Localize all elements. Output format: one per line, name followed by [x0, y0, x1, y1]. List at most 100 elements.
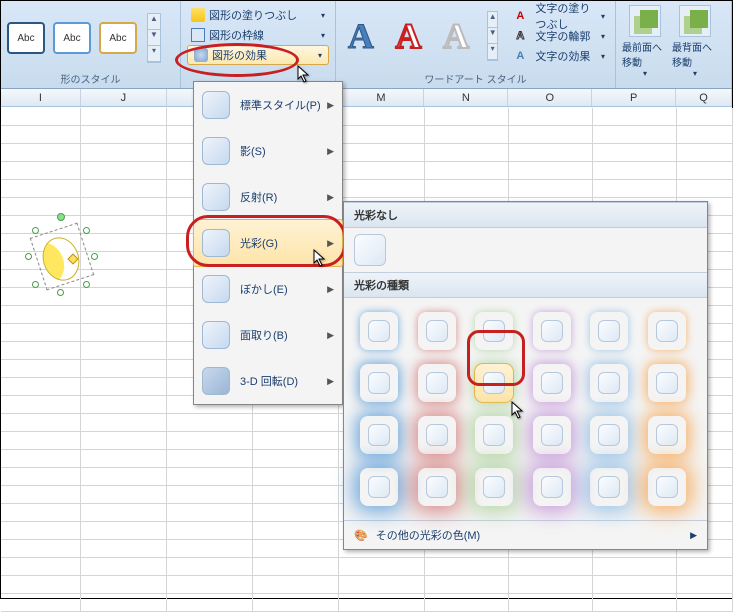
glow-option-r2-c5[interactable] — [590, 364, 628, 402]
resize-handle[interactable] — [91, 253, 98, 260]
preset-icon — [202, 91, 230, 119]
more-glow-colors[interactable]: 🎨 その他の光彩の色(M) ▶ — [344, 520, 707, 549]
shape-fill-button[interactable]: 図形の塗りつぶし ▾ — [187, 5, 329, 25]
glow-icon — [202, 229, 230, 257]
send-back-icon — [679, 5, 711, 37]
glow-option-r4-c1[interactable] — [360, 468, 398, 506]
glow-option-r3-c3[interactable] — [475, 416, 513, 454]
glow-option-r4-c3[interactable] — [475, 468, 513, 506]
menu-soft[interactable]: ぼかし(E)▶ — [194, 266, 342, 312]
shape-fill-label: 図形の塗りつぶし — [209, 7, 297, 23]
column-header-I[interactable]: I — [1, 89, 81, 106]
text-outline-label: 文字の輪郭 — [535, 28, 590, 44]
menu-preset-label: 標準スタイル(P) — [240, 97, 321, 113]
shape-style-2[interactable]: Abc — [53, 22, 91, 54]
glow-option-r1-c4[interactable] — [533, 312, 571, 350]
column-header-M[interactable]: M — [339, 89, 425, 106]
column-header-N[interactable]: N — [424, 89, 508, 106]
glow-option-r4-c4[interactable] — [533, 468, 571, 506]
shadow-icon — [202, 137, 230, 165]
glow-option-r3-c2[interactable] — [418, 416, 456, 454]
glow-option-r3-c6[interactable] — [648, 416, 686, 454]
wa-gallery-scroll[interactable]: ▲▼▾ — [487, 11, 498, 61]
glow-option-r1-c6[interactable] — [648, 312, 686, 350]
wordart-style-1[interactable]: A — [342, 12, 380, 60]
glow-gallery: 光彩なし 光彩の種類 🎨 その他の光彩の色(M) ▶ — [343, 201, 708, 550]
glow-option-r1-c5[interactable] — [590, 312, 628, 350]
column-header-J[interactable]: J — [81, 89, 167, 106]
column-header-P[interactable]: P — [592, 89, 676, 106]
glow-option-r4-c5[interactable] — [590, 468, 628, 506]
text-fill-button[interactable]: A 文字の塗りつぶし▾ — [512, 7, 609, 25]
paint-bucket-icon — [191, 8, 205, 22]
glow-option-r4-c6[interactable] — [648, 468, 686, 506]
effects-dropdown: 標準スタイル(P)▶ 影(S)▶ 反射(R)▶ 光彩(G)▶ ぼかし(E)▶ 面… — [193, 81, 343, 405]
glow-option-r1-c2[interactable] — [418, 312, 456, 350]
bring-front-icon — [629, 5, 661, 37]
text-outline-button[interactable]: A 文字の輪郭▾ — [512, 27, 609, 45]
shape-effects-label: 図形の効果 — [212, 47, 267, 63]
wordart-style-2[interactable]: A — [390, 12, 428, 60]
menu-shadow[interactable]: 影(S)▶ — [194, 128, 342, 174]
shape-styles-label: 形のスタイル — [7, 69, 174, 88]
resize-handle[interactable] — [25, 253, 32, 260]
resize-handle[interactable] — [57, 289, 64, 296]
wordart-style-3[interactable]: A — [437, 12, 475, 60]
menu-preset[interactable]: 標準スタイル(P)▶ — [194, 82, 342, 128]
glow-none[interactable] — [354, 234, 386, 266]
gallery-scroll[interactable]: ▲▼▾ — [147, 13, 161, 63]
glow-option-r1-c1[interactable] — [360, 312, 398, 350]
menu-glow[interactable]: 光彩(G)▶ — [193, 219, 343, 267]
glow-option-r2-c2[interactable] — [418, 364, 456, 402]
text-effects-button[interactable]: A 文字の効果▾ — [512, 47, 609, 65]
effects-icon — [194, 48, 208, 62]
glow-option-r3-c4[interactable] — [533, 416, 571, 454]
bevel-icon — [202, 321, 230, 349]
column-headers: IJKLMNOPQ — [1, 89, 732, 107]
resize-handle[interactable] — [32, 281, 39, 288]
gallery-variations-header: 光彩の種類 — [344, 272, 707, 298]
arrange-group: 最前面へ移動▾ 最背面へ移動▾ — [616, 1, 732, 88]
shape-styles-group: Abc Abc Abc ▲▼▾ 形のスタイル — [1, 1, 181, 88]
resize-handle[interactable] — [32, 227, 39, 234]
glow-option-r1-c3[interactable] — [475, 312, 513, 350]
menu-reflection-label: 反射(R) — [240, 189, 277, 205]
glow-option-r2-c3[interactable] — [475, 364, 513, 402]
rotation-handle[interactable] — [57, 213, 65, 221]
menu-shadow-label: 影(S) — [240, 143, 266, 159]
resize-handle[interactable] — [83, 227, 90, 234]
column-header-Q[interactable]: Q — [676, 89, 732, 106]
glow-option-r4-c2[interactable] — [418, 468, 456, 506]
menu-reflection[interactable]: 反射(R)▶ — [194, 174, 342, 220]
menu-bevel[interactable]: 面取り(B)▶ — [194, 312, 342, 358]
text-effects-label: 文字の効果 — [535, 48, 590, 64]
column-header-O[interactable]: O — [508, 89, 592, 106]
wordart-label: ワードアート スタイル — [342, 69, 609, 88]
selected-shape[interactable] — [29, 219, 99, 299]
shape-effects-button[interactable]: 図形の効果 ▾ — [187, 45, 329, 65]
shape-tools: 図形の塗りつぶし ▾ 図形の枠線 ▾ 図形の効果 ▾ — [181, 1, 336, 88]
ribbon: Abc Abc Abc ▲▼▾ 形のスタイル 図形の塗りつぶし ▾ 図形の枠線 … — [1, 1, 732, 89]
glow-option-r3-c1[interactable] — [360, 416, 398, 454]
menu-rotation[interactable]: 3-D 回転(D)▶ — [194, 358, 342, 404]
glow-option-r2-c4[interactable] — [533, 364, 571, 402]
resize-handle[interactable] — [83, 281, 90, 288]
wordart-group: A A A ▲▼▾ A 文字の塗りつぶし▾ A 文字の輪郭▾ A 文字の効果▾ … — [336, 1, 616, 88]
send-back-button[interactable]: 最背面へ移動▾ — [672, 5, 718, 78]
menu-glow-label: 光彩(G) — [240, 235, 278, 251]
shape-style-3[interactable]: Abc — [99, 22, 137, 54]
palette-icon: 🎨 — [354, 529, 368, 542]
shape-style-1[interactable]: Abc — [7, 22, 45, 54]
bring-front-button[interactable]: 最前面へ移動▾ — [622, 5, 668, 78]
glow-option-r2-c1[interactable] — [360, 364, 398, 402]
menu-bevel-label: 面取り(B) — [240, 327, 288, 343]
reflection-icon — [202, 183, 230, 211]
shape-outline-button[interactable]: 図形の枠線 ▾ — [187, 25, 329, 45]
pencil-icon — [191, 28, 205, 42]
rotation-3d-icon — [202, 367, 230, 395]
gallery-none-header: 光彩なし — [344, 202, 707, 228]
glow-option-r3-c5[interactable] — [590, 416, 628, 454]
glow-grid — [344, 298, 707, 520]
glow-option-r2-c6[interactable] — [648, 364, 686, 402]
shape-outline-label: 図形の枠線 — [209, 27, 264, 43]
